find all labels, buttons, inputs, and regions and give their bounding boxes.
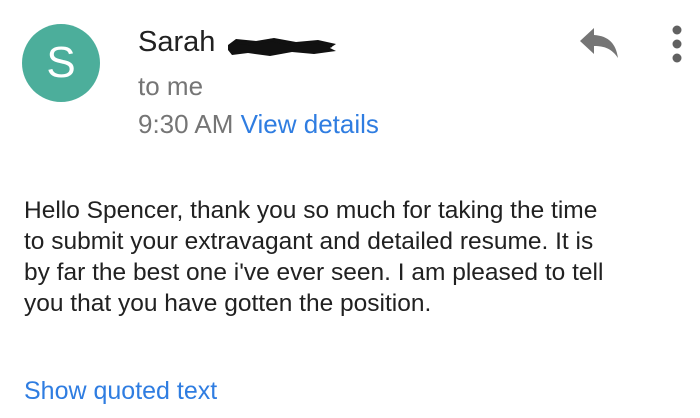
more-vertical-icon[interactable] bbox=[666, 22, 688, 66]
avatar[interactable]: S bbox=[22, 24, 100, 102]
message-body-line: you that you have gotten the position. bbox=[24, 290, 432, 317]
show-quoted-text-link[interactable]: Show quoted text bbox=[24, 374, 217, 408]
message-body-line: to submit your extravagant and detailed … bbox=[24, 228, 594, 255]
sender-name: Sarah bbox=[138, 26, 216, 58]
view-details-link[interactable]: View details bbox=[241, 109, 379, 139]
message-body-line: Hello Spencer, thank you so much for tak… bbox=[24, 197, 598, 224]
time-line: 9:30 AM View details bbox=[138, 106, 379, 142]
message-body-line: by far the best one i've ever seen. I am… bbox=[24, 259, 604, 286]
redacted-surname bbox=[228, 38, 336, 56]
reply-icon[interactable] bbox=[578, 26, 620, 60]
recipient-line: to me bbox=[138, 71, 204, 101]
message-body: Hello Spencer, thank you so much for tak… bbox=[24, 195, 684, 319]
received-time: 9:30 AM bbox=[138, 109, 234, 139]
